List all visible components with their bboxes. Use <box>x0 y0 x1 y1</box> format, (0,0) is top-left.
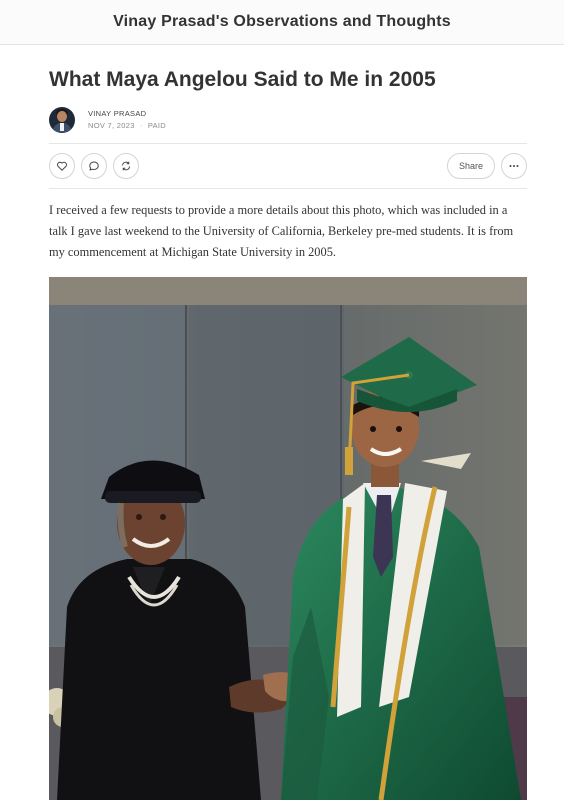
share-button[interactable]: Share <box>446 153 495 179</box>
post-photo[interactable] <box>49 277 527 800</box>
publication-header: Vinay Prasad's Observations and Thoughts <box>0 0 564 45</box>
more-options-button[interactable] <box>501 153 527 179</box>
author-name[interactable]: VINAY PRASAD <box>88 108 166 120</box>
ellipsis-icon <box>509 165 519 167</box>
post-actions-bar: Share <box>49 143 527 189</box>
author-avatar[interactable] <box>49 107 75 133</box>
publication-title[interactable]: Vinay Prasad's Observations and Thoughts <box>113 13 451 31</box>
post-title: What Maya Angelou Said to Me in 2005 <box>49 68 436 91</box>
comment-icon <box>89 161 99 171</box>
commencement-photo-illustration <box>49 277 527 800</box>
comment-button[interactable] <box>81 153 107 179</box>
paid-badge: PAID <box>147 121 166 130</box>
restack-button[interactable] <box>113 153 139 179</box>
meta-separator: ∙ <box>140 121 143 130</box>
post-date: NOV 7, 2023 <box>88 121 135 130</box>
post-body-paragraph: I received a few requests to provide a m… <box>49 203 514 259</box>
heart-icon <box>57 161 67 171</box>
restack-icon <box>122 161 130 171</box>
byline-meta: VINAY PRASAD NOV 7, 2023 ∙ PAID <box>88 108 166 132</box>
byline: VINAY PRASAD NOV 7, 2023 ∙ PAID <box>49 107 527 133</box>
like-button[interactable] <box>49 153 75 179</box>
post-content: What Maya Angelou Said to Me in 2005 VIN… <box>0 67 564 263</box>
